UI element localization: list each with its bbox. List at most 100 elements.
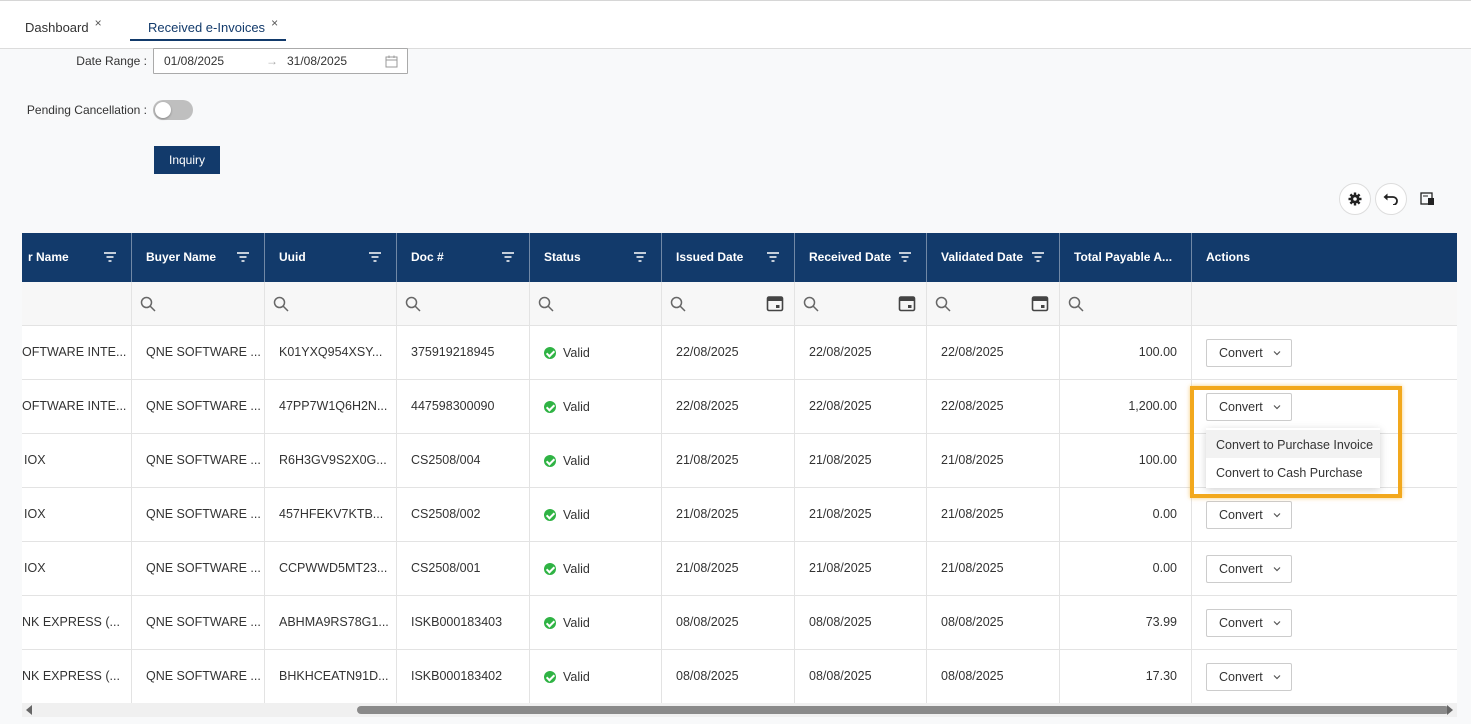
validated-date-cell: 21/08/2025 — [927, 488, 1060, 542]
check-circle-icon — [544, 401, 556, 413]
validated-date-cell: 22/08/2025 — [927, 380, 1060, 434]
toggle-knob — [155, 102, 171, 118]
filter-cell[interactable] — [530, 282, 662, 326]
scroll-right-icon[interactable] — [1447, 705, 1453, 715]
search-icon — [1068, 296, 1084, 312]
calendar-icon[interactable] — [898, 294, 916, 312]
inquiry-button[interactable]: Inquiry — [154, 146, 220, 174]
column-label: Status — [544, 250, 581, 264]
buyer-name-cell: QNE SOFTWARE ... — [132, 434, 265, 488]
received-date-cell: 22/08/2025 — [795, 326, 927, 380]
actions-cell: Convert — [1192, 596, 1457, 650]
scroll-left-icon[interactable] — [26, 705, 32, 715]
filter-cell[interactable] — [132, 282, 265, 326]
filter-cell[interactable] — [927, 282, 1060, 326]
column-header-actions: Actions — [1192, 233, 1457, 282]
column-header-seller-name[interactable]: r Name — [22, 233, 132, 282]
status-text: Valid — [563, 400, 590, 414]
filter-icon[interactable] — [1031, 250, 1045, 264]
issued-date-cell: 22/08/2025 — [662, 326, 795, 380]
seller-name-cell: OFTWARE INTE... — [22, 380, 132, 434]
filter-cell[interactable] — [397, 282, 530, 326]
column-header-issued-date[interactable]: Issued Date — [662, 233, 795, 282]
convert-button[interactable]: Convert — [1206, 501, 1292, 529]
calendar-icon[interactable] — [385, 55, 398, 68]
filter-cell[interactable] — [662, 282, 795, 326]
check-circle-icon — [544, 671, 556, 683]
pending-cancellation-toggle[interactable] — [153, 100, 193, 120]
settings-button[interactable] — [1339, 183, 1371, 215]
search-icon — [538, 296, 554, 312]
buyer-name-cell: QNE SOFTWARE ... — [132, 380, 265, 434]
date-from-input[interactable]: 01/08/2025 — [164, 54, 224, 68]
actions-cell: Convert — [1192, 326, 1457, 380]
filter-icon[interactable] — [236, 250, 250, 264]
filter-icon[interactable] — [368, 250, 382, 264]
column-header-validated-date[interactable]: Validated Date — [927, 233, 1060, 282]
convert-button[interactable]: Convert — [1206, 663, 1292, 691]
status-cell: Valid — [530, 326, 662, 380]
calendar-icon[interactable] — [1031, 294, 1049, 312]
seller-name-cell: NK EXPRESS (... — [22, 650, 132, 704]
table-row[interactable]: OFTWARE INTE... QNE SOFTWARE ... K01YXQ9… — [22, 326, 1457, 380]
seller-name-cell: IOX — [22, 488, 132, 542]
column-label: Received Date — [809, 250, 892, 264]
validated-date-cell: 21/08/2025 — [927, 434, 1060, 488]
filter-icon[interactable] — [501, 250, 515, 264]
table-row[interactable]: NK EXPRESS (... QNE SOFTWARE ... BHKHCEA… — [22, 650, 1457, 704]
close-icon[interactable]: × — [95, 16, 102, 30]
scrollbar-thumb[interactable] — [357, 706, 1449, 714]
table-row[interactable]: NK EXPRESS (... QNE SOFTWARE ... ABHMA9R… — [22, 596, 1457, 650]
arrow-right-icon: → — [266, 54, 278, 68]
filter-cell[interactable] — [795, 282, 927, 326]
gear-icon — [1348, 192, 1362, 206]
tab-received-e-invoices[interactable]: Received e-Invoices × — [130, 15, 287, 41]
column-header-received-date[interactable]: Received Date — [795, 233, 927, 282]
table-row[interactable]: IOX QNE SOFTWARE ... CCPWWD5MT23... CS25… — [22, 542, 1457, 596]
uuid-cell: 457HFEKV7KTB... — [265, 488, 397, 542]
convert-label: Convert — [1219, 346, 1263, 360]
export-button[interactable] — [1412, 183, 1444, 215]
column-header-buyer-name[interactable]: Buyer Name — [132, 233, 265, 282]
filter-icon[interactable] — [898, 250, 912, 264]
issued-date-cell: 21/08/2025 — [662, 488, 795, 542]
column-header-doc-number[interactable]: Doc # — [397, 233, 530, 282]
filter-icon[interactable] — [633, 250, 647, 264]
validated-date-cell: 08/08/2025 — [927, 650, 1060, 704]
column-header-uuid[interactable]: Uuid — [265, 233, 397, 282]
date-range-picker[interactable]: 01/08/2025 → 31/08/2025 — [153, 48, 408, 74]
column-label: Total Payable A... — [1074, 250, 1173, 264]
column-header-status[interactable]: Status — [530, 233, 662, 282]
calendar-icon[interactable] — [766, 294, 784, 312]
status-text: Valid — [563, 508, 590, 522]
total-payable-cell: 1,200.00 — [1060, 380, 1192, 434]
tab-dashboard[interactable]: Dashboard × — [25, 15, 102, 39]
chevron-down-icon — [1273, 621, 1281, 626]
filter-cell[interactable] — [265, 282, 397, 326]
convert-button[interactable]: Convert — [1206, 339, 1292, 367]
highlight-box — [1190, 386, 1402, 498]
filter-icon[interactable] — [766, 250, 780, 264]
status-cell: Valid — [530, 488, 662, 542]
issued-date-cell: 21/08/2025 — [662, 542, 795, 596]
check-circle-icon — [544, 509, 556, 521]
total-payable-cell: 100.00 — [1060, 434, 1192, 488]
column-header-total-payable[interactable]: Total Payable A... — [1060, 233, 1192, 282]
convert-label: Convert — [1219, 616, 1263, 630]
filter-cell[interactable] — [22, 282, 132, 326]
total-payable-cell: 0.00 — [1060, 542, 1192, 596]
column-label: Doc # — [411, 250, 444, 264]
date-to-input[interactable]: 31/08/2025 — [287, 54, 347, 68]
convert-button[interactable]: Convert — [1206, 609, 1292, 637]
close-icon[interactable]: × — [271, 16, 278, 30]
horizontal-scrollbar[interactable] — [22, 703, 1457, 717]
check-circle-icon — [544, 347, 556, 359]
convert-button[interactable]: Convert — [1206, 555, 1292, 583]
search-icon — [935, 296, 951, 312]
status-cell: Valid — [530, 380, 662, 434]
undo-button[interactable] — [1375, 183, 1407, 215]
filter-icon[interactable] — [103, 250, 117, 264]
filter-cell[interactable] — [1060, 282, 1192, 326]
convert-label: Convert — [1219, 508, 1263, 522]
convert-label: Convert — [1219, 562, 1263, 576]
